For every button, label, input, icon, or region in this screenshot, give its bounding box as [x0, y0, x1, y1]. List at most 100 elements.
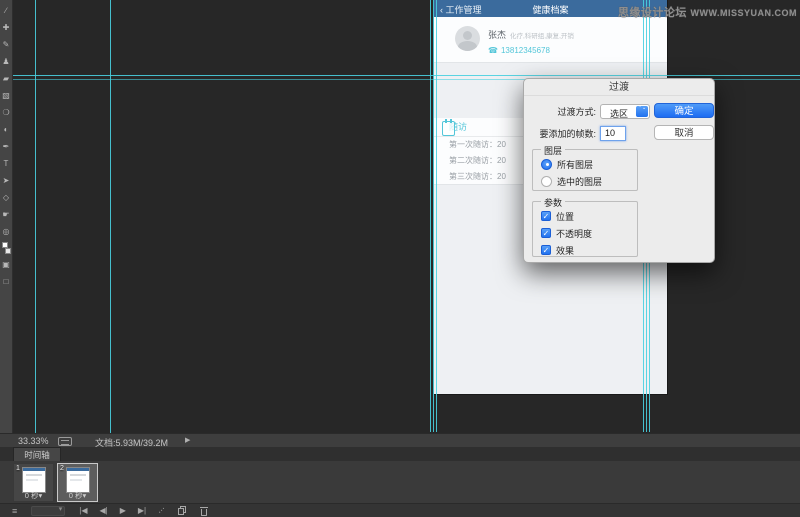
radio-all-layers[interactable]: 所有图层 [541, 158, 637, 170]
layers-group-legend: 图层 [541, 144, 566, 157]
frame-delay-value: 0 秒 [68, 491, 83, 500]
foreground-color-swatch[interactable] [1, 242, 8, 248]
frame-1[interactable]: 1 0 秒▾ [13, 463, 54, 502]
tween-with-dropdown[interactable]: 选区 ⌃⌄ [600, 103, 650, 119]
checkbox-checked-icon[interactable]: ✓ [541, 245, 551, 255]
status-bar: 33.33% 文档:5.93M/39.2M ▶ [0, 433, 800, 448]
watermark: 思缘设计论坛 WWW.MISSYUAN.COM [618, 4, 797, 20]
checkbox-opacity[interactable]: ✓ 不透明度 [541, 227, 637, 239]
contact-name: 张杰 [488, 30, 507, 40]
vertical-guide[interactable] [430, 0, 431, 432]
watermark-cn: 思缘设计论坛 [617, 7, 687, 19]
frame-number: 2 [60, 465, 64, 472]
gradient-tool-icon[interactable]: ▧ [0, 87, 13, 104]
checkbox-effects[interactable]: ✓ 效果 [541, 244, 637, 256]
trash-can-shape [201, 508, 208, 516]
delay-dropdown-arrow-icon[interactable]: ▾ [83, 491, 87, 500]
status-options-arrow-icon[interactable]: ▶ [185, 436, 190, 444]
parameters-group-legend: 参数 [541, 196, 566, 209]
path-selection-tool-icon[interactable]: ➤ [0, 172, 13, 189]
radio-label: 选中的图层 [557, 176, 603, 187]
layers-group: 图层 所有图层 选中的图层 [532, 144, 638, 191]
vertical-guide[interactable] [110, 0, 111, 433]
dialog-title: 过渡 [524, 79, 714, 96]
avatar-body-shape [458, 41, 477, 51]
tween-button[interactable]: ⋯ [152, 504, 171, 517]
thumbnail-line-shape [70, 479, 82, 481]
phone-icon: ☎ [488, 46, 498, 55]
radio-unselected-icon[interactable] [541, 175, 552, 187]
blur-tool-icon[interactable]: ❍ [0, 104, 13, 121]
screen-mode-icon[interactable]: □ [0, 273, 13, 290]
frame-number: 1 [16, 465, 20, 472]
tween-dialog: 过渡 过渡方式: 选区 ⌃⌄ 要添加的帧数: 10 确定 取消 图层 所有图层 … [523, 78, 715, 263]
thumbnail-header-shape [23, 468, 45, 471]
delete-frame-button[interactable] [200, 506, 209, 516]
vertical-guide[interactable] [436, 0, 437, 432]
slice-tool-icon[interactable]: ∕ [0, 2, 13, 19]
radio-selected-layers[interactable]: 选中的图层 [541, 175, 637, 187]
trash-lid-shape [200, 506, 209, 508]
vertical-guide[interactable] [433, 0, 434, 432]
frame-delay-selector[interactable]: 0 秒▾ [58, 490, 97, 501]
animation-frames: 1 0 秒▾ 2 0 秒▾ [13, 463, 101, 502]
duplicate-frame-button[interactable] [178, 506, 187, 515]
pen-tool-icon[interactable]: ✒ [0, 138, 13, 155]
timeline-panel: 时间轴 1 0 秒▾ 2 0 秒▾ ≡ ▾ |◀ ◀| ▶ ▶| ⋯ [0, 447, 800, 517]
checkbox-checked-icon[interactable]: ✓ [541, 211, 551, 221]
frames-to-add-input[interactable]: 10 [600, 125, 626, 141]
zoom-tool-icon[interactable]: ◎ [0, 223, 13, 240]
convert-to-video-timeline-icon[interactable]: ≡ [6, 504, 23, 517]
zoom-level[interactable]: 33.33% [18, 436, 49, 446]
radio-selected-icon[interactable] [541, 158, 552, 170]
horizontal-guide[interactable] [13, 75, 800, 76]
avatar-head-shape [463, 31, 472, 40]
color-swatches[interactable] [0, 240, 13, 256]
checkbox-label: 位置 [556, 211, 575, 222]
first-frame-button[interactable]: |◀ [73, 504, 93, 517]
brush-tool-icon[interactable]: ✎ [0, 36, 13, 53]
timeline-controls: ≡ |◀ ◀| ▶ ▶| ⋯ [0, 503, 800, 517]
hand-tool-icon[interactable]: ☛ [0, 206, 13, 223]
document-profile-icon [58, 436, 72, 446]
thumbnail-line-shape [26, 474, 42, 476]
duplicate-page-shape [178, 508, 185, 515]
previous-frame-button[interactable]: ◀| [94, 504, 114, 517]
checkbox-label: 不透明度 [556, 228, 593, 239]
frame-2[interactable]: 2 0 秒▾ [57, 463, 98, 502]
mockup-contact-card: 张杰 化疗,科研组,康复,开销 ☎ 13812345678 [434, 17, 667, 63]
next-frame-button[interactable]: ▶| [132, 504, 152, 517]
contact-tags: 化疗,科研组,康复,开销 [510, 33, 574, 40]
background-color-swatch[interactable] [4, 248, 11, 254]
play-button[interactable]: ▶ [114, 504, 132, 517]
eraser-tool-icon[interactable]: ▰ [0, 70, 13, 87]
watermark-en: WWW.MISSYUAN.COM [690, 8, 797, 18]
tween-dots-icon: ⋯ [155, 504, 167, 516]
spot-healing-brush-tool-icon[interactable]: ✚ [0, 19, 13, 36]
dodge-tool-icon[interactable]: ◐ [0, 121, 13, 138]
loop-count-dropdown[interactable] [31, 505, 66, 516]
vertical-guide[interactable] [35, 0, 36, 433]
ok-button[interactable]: 确定 [654, 103, 714, 118]
delay-dropdown-arrow-icon[interactable]: ▾ [39, 491, 43, 500]
cancel-button[interactable]: 取消 [654, 125, 714, 140]
checkbox-position[interactable]: ✓ 位置 [541, 210, 637, 222]
contact-phone-row: ☎ 13812345678 [488, 46, 550, 55]
type-tool-icon[interactable]: T [0, 155, 13, 172]
tween-with-label: 过渡方式: [557, 106, 596, 117]
checkbox-checked-icon[interactable]: ✓ [541, 228, 551, 238]
frame-delay-selector[interactable]: 0 秒▾ [14, 490, 53, 501]
checkbox-label: 效果 [556, 245, 575, 256]
contact-phone-number: 13812345678 [500, 46, 550, 55]
parameters-group: 参数 ✓ 位置 ✓ 不透明度 ✓ 效果 [532, 196, 638, 257]
clone-stamp-tool-icon[interactable]: ♟ [0, 53, 13, 70]
frames-to-add-label: 要添加的帧数: [539, 128, 596, 139]
dropdown-stepper-icon[interactable]: ⌃⌄ [636, 105, 648, 117]
visits-calendar-icon [442, 119, 455, 136]
quick-mask-icon[interactable]: ▣ [0, 256, 13, 273]
thumbnail-line-shape [26, 479, 38, 481]
frame-delay-value: 0 秒 [24, 491, 39, 500]
radio-label: 所有图层 [557, 159, 594, 170]
shape-tool-icon[interactable]: ◇ [0, 189, 13, 206]
tab-timeline[interactable]: 时间轴 [13, 447, 61, 461]
